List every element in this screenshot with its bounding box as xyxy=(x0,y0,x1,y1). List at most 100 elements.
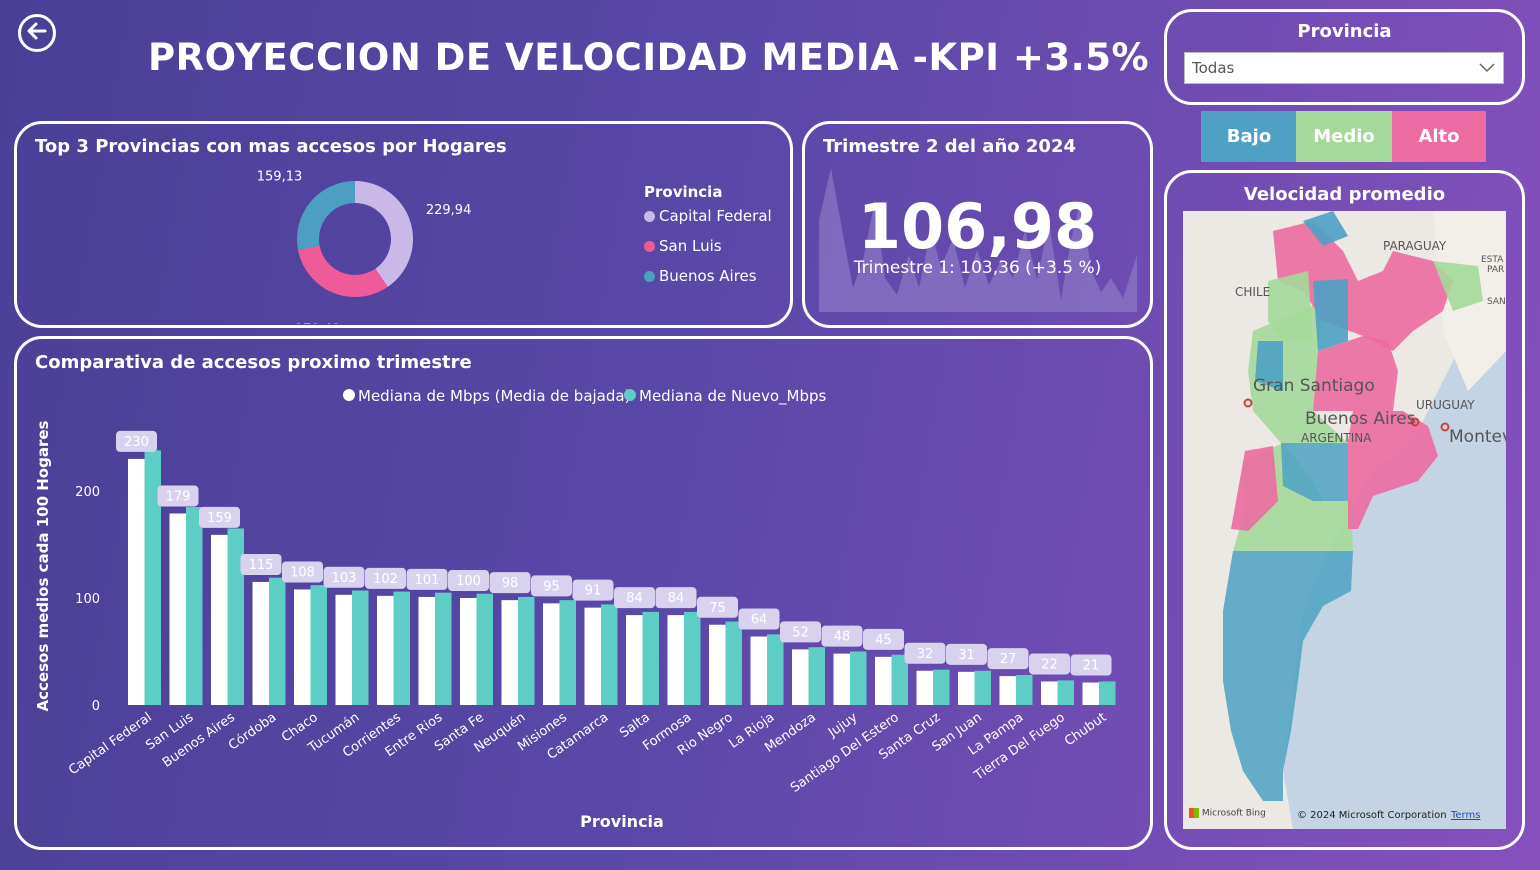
terms-link[interactable]: Terms xyxy=(1451,810,1480,821)
bar-nuevo-mbps[interactable] xyxy=(933,669,950,705)
data-label: 230 xyxy=(124,435,149,450)
bar-mbps[interactable] xyxy=(252,581,270,705)
chevron-down-icon xyxy=(1479,60,1495,78)
bar-mbps[interactable] xyxy=(750,636,768,705)
map-copyright: © 2024 Microsoft Corporation xyxy=(1297,810,1447,821)
filter-title: Provincia xyxy=(1297,21,1392,42)
bar-nuevo-mbps[interactable] xyxy=(725,621,743,705)
donut-slice[interactable] xyxy=(355,181,413,287)
bar-nuevo-mbps[interactable] xyxy=(642,611,660,705)
x-tick-label: Capital Federal xyxy=(66,710,155,778)
level-button-medio[interactable]: Medio xyxy=(1296,111,1392,162)
bar-mbps[interactable] xyxy=(709,624,726,705)
bar-mbps[interactable] xyxy=(211,534,228,705)
data-label: 108 xyxy=(290,565,315,580)
donut-legend: Provincia Capital Federal San Luis Bueno… xyxy=(644,183,772,291)
bar-nuevo-mbps[interactable] xyxy=(1016,675,1033,705)
bar-nuevo-mbps[interactable] xyxy=(352,590,369,705)
bar-nuevo-mbps[interactable] xyxy=(310,585,328,705)
back-button[interactable] xyxy=(18,14,56,52)
data-label: 75 xyxy=(709,601,726,616)
data-label: 31 xyxy=(958,648,975,663)
legend-dot xyxy=(644,270,655,282)
bar-mbps[interactable] xyxy=(128,458,145,705)
bar-mbps[interactable] xyxy=(169,513,187,705)
argentina-map[interactable]: PARAGUAY CHILE Gran Santiago Buenos Aire… xyxy=(1183,211,1506,829)
data-label: 45 xyxy=(875,633,892,648)
legend-title: Provincia xyxy=(644,183,723,201)
province-dropdown[interactable]: Todas xyxy=(1184,52,1504,84)
bar-mbps[interactable] xyxy=(543,603,560,705)
bar-mbps[interactable] xyxy=(833,653,851,705)
chart-legend: Mediana de Mbps (Media de bajada) Mediana… xyxy=(343,387,827,406)
map-label: PARAGUAY xyxy=(1383,239,1447,253)
level-button-bajo[interactable]: Bajo xyxy=(1201,111,1297,162)
legend-item-san-luis[interactable]: San Luis xyxy=(644,231,772,261)
legend-item-capital-federal[interactable]: Capital Federal xyxy=(644,201,772,231)
bar-mbps[interactable] xyxy=(460,598,477,705)
map-label: Buenos Aires xyxy=(1305,409,1416,429)
x-tick-label: Chubut xyxy=(1062,710,1109,749)
bar-mbps[interactable] xyxy=(916,670,934,705)
bar-nuevo-mbps[interactable] xyxy=(1057,680,1075,705)
legend-item-buenos-aires[interactable]: Buenos Aires xyxy=(644,261,772,291)
bar-nuevo-mbps[interactable] xyxy=(601,604,618,705)
donut-slice[interactable] xyxy=(298,245,388,297)
data-label: 95 xyxy=(543,579,560,594)
bar-mbps[interactable] xyxy=(999,676,1017,705)
bar-nuevo-mbps[interactable] xyxy=(684,611,701,705)
map-shapes xyxy=(1183,211,1506,829)
bar-mbps[interactable] xyxy=(1041,681,1058,705)
bar-nuevo-mbps[interactable] xyxy=(808,647,826,705)
data-label: 98 xyxy=(502,576,519,591)
legend-dot xyxy=(624,389,636,401)
kpi-value: 106,98 xyxy=(857,190,1098,263)
x-axis-label: Provincia xyxy=(580,812,664,831)
bar-nuevo-mbps[interactable] xyxy=(767,634,784,705)
donut-data-label: 159,13 xyxy=(257,170,303,185)
bar-nuevo-mbps[interactable] xyxy=(186,507,203,705)
bar-mbps[interactable] xyxy=(584,607,602,705)
bar-nuevo-mbps[interactable] xyxy=(1099,681,1116,705)
data-label: 48 xyxy=(834,630,851,645)
donut-data-label: 229,94 xyxy=(426,203,472,218)
bar-nuevo-mbps[interactable] xyxy=(850,651,867,706)
kpi-title: Trimestre 2 del año 2024 xyxy=(823,136,1076,157)
bar-chart: Mediana de Mbps (Media de bajada) Mediana… xyxy=(34,387,1116,831)
bar-mbps[interactable] xyxy=(626,615,643,705)
data-label: 91 xyxy=(585,584,602,599)
bar-mbps[interactable] xyxy=(294,589,311,705)
legend-dot xyxy=(343,389,355,401)
bar-nuevo-mbps[interactable] xyxy=(476,593,494,705)
bar-mbps[interactable] xyxy=(792,649,809,705)
data-label: 32 xyxy=(917,647,934,662)
bar-nuevo-mbps[interactable] xyxy=(559,600,577,705)
bar-nuevo-mbps[interactable] xyxy=(974,670,992,705)
bar-mbps[interactable] xyxy=(335,594,353,705)
bar-mbps[interactable] xyxy=(377,595,394,705)
bar-nuevo-mbps[interactable] xyxy=(393,591,411,705)
bar-nuevo-mbps[interactable] xyxy=(269,577,286,705)
bar-mbps[interactable] xyxy=(1082,682,1100,705)
bar-mbps[interactable] xyxy=(501,600,519,705)
legend-label: Capital Federal xyxy=(659,207,772,225)
bar-mbps[interactable] xyxy=(667,615,685,705)
bar-nuevo-mbps[interactable] xyxy=(518,596,535,705)
map-label: Montev xyxy=(1449,427,1506,447)
data-label: 102 xyxy=(373,572,398,587)
map-label: CHILE xyxy=(1235,285,1271,299)
level-button-alto[interactable]: Alto xyxy=(1392,111,1486,162)
bar-nuevo-mbps[interactable] xyxy=(435,592,452,705)
legend-label: Mediana de Nuevo_Mbps xyxy=(639,387,827,406)
donut-panel: Top 3 Provincias con mas accesos por Hog… xyxy=(14,121,793,328)
bar-mbps[interactable] xyxy=(958,671,975,705)
bar-mbps[interactable] xyxy=(875,656,892,705)
y-axis-label: Accesos medios cada 100 Hogares xyxy=(34,420,52,711)
arrow-left-icon xyxy=(25,19,49,47)
donut-slice[interactable] xyxy=(297,181,355,250)
map-label: PAR xyxy=(1487,265,1505,275)
map-label: ARGENTINA xyxy=(1301,431,1372,445)
bar-mbps[interactable] xyxy=(418,596,436,705)
dropdown-value: Todas xyxy=(1192,59,1235,77)
bar-nuevo-mbps[interactable] xyxy=(227,528,245,705)
